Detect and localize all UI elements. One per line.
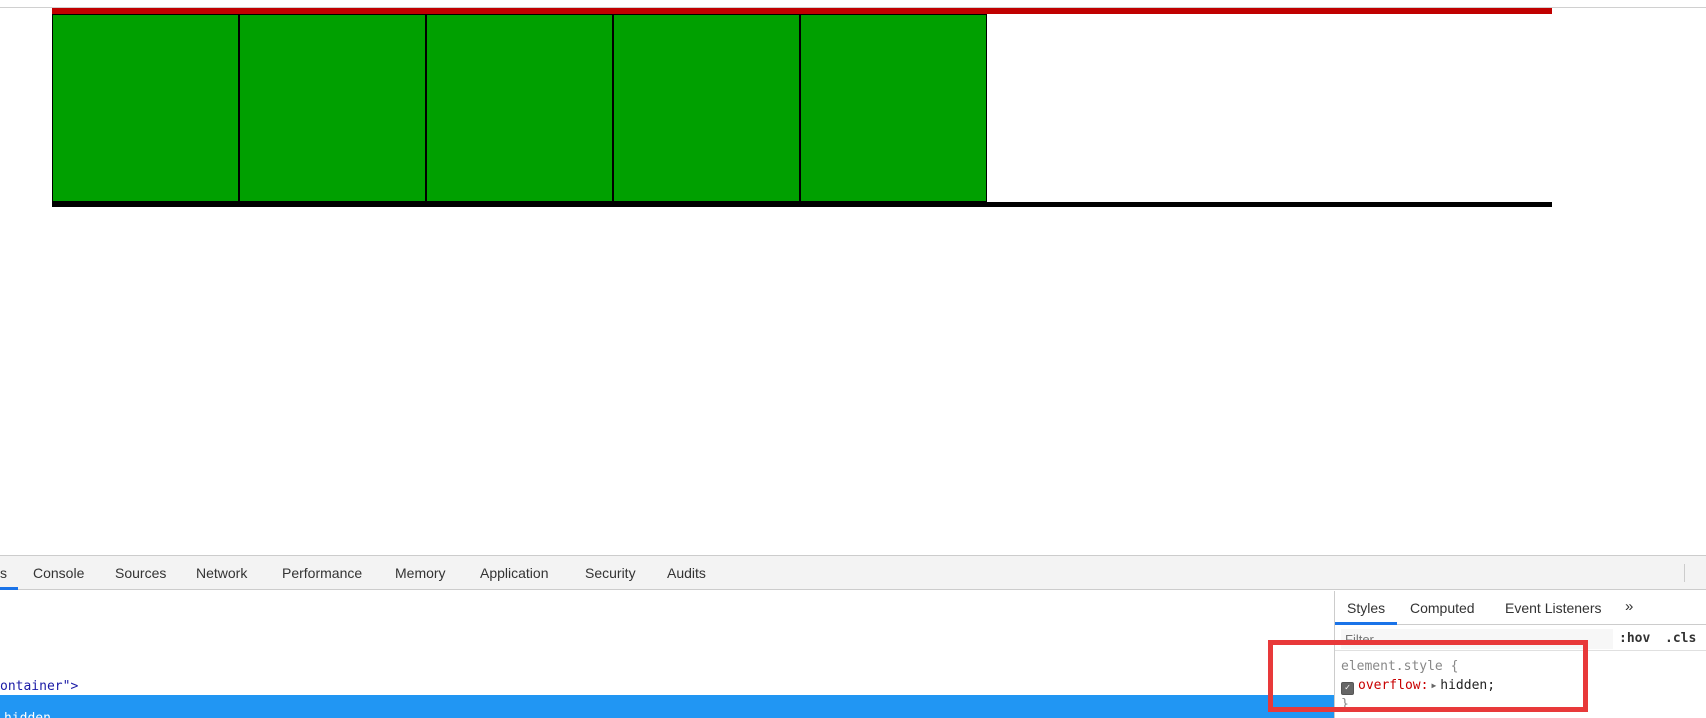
devtools-tabbar: s Console Sources Network Performance Me… [0,556,1706,590]
green-box-5 [800,14,987,202]
devtools-panel: s Console Sources Network Performance Me… [0,555,1706,718]
hov-toggle[interactable]: :hov [1619,631,1650,646]
subtab-styles[interactable]: Styles [1347,600,1385,616]
rule-declaration: ✓ overflow: ▶ hidden; [1341,676,1495,695]
page-viewport [0,0,1706,555]
tab-memory[interactable]: Memory [395,565,446,581]
rule-close-brace: } [1341,697,1349,712]
styles-pane: Styles Computed Event Listeners » :hov .… [1334,591,1706,718]
tab-application[interactable]: Application [480,565,549,581]
tab-console[interactable]: Console [33,565,84,581]
dom-node-line[interactable]: ontainer"> [0,679,78,694]
dom-selected-node[interactable]: hidden [0,695,1334,718]
element-style-rule: element.style { ✓ overflow: ▶ hidden; } [1341,657,1495,714]
green-box-2 [239,14,426,202]
rule-close: } [1341,695,1495,714]
green-box-4 [613,14,800,202]
green-box-3 [426,14,613,202]
cls-toggle[interactable]: .cls [1665,631,1696,646]
elements-tree: ontainer"> hidden [0,591,1334,718]
styles-filter-input[interactable] [1341,629,1613,649]
page: s Console Sources Network Performance Me… [0,0,1706,718]
double-chevron-right-icon[interactable]: » [1625,598,1633,615]
kebab-menu-icon[interactable]: ⋮ [1700,564,1706,581]
checkbox-checked-icon[interactable]: ✓ [1341,682,1354,695]
subtab-computed[interactable]: Computed [1410,600,1475,616]
tab-elements[interactable]: s [0,565,7,581]
overflow-container [52,8,1552,207]
styles-filter-row: :hov .cls [1335,625,1706,651]
dom-attr-value: ontainer"> [0,679,79,694]
rule-value[interactable]: hidden; [1440,678,1495,693]
rule-property[interactable]: overflow: [1358,678,1428,693]
tab-audits[interactable]: Audits [667,565,706,581]
active-tab-indicator [0,587,18,590]
expand-triangle-icon[interactable]: ▶ [1431,676,1436,695]
tab-sources[interactable]: Sources [115,565,166,581]
tab-security[interactable]: Security [585,565,636,581]
subtab-event-listeners[interactable]: Event Listeners [1505,600,1602,616]
rule-selector: element.style { [1341,657,1495,676]
green-box-1 [52,14,239,202]
dom-selected-text: hidden [4,711,51,718]
tab-network[interactable]: Network [196,565,247,581]
tabbar-divider [1684,564,1685,582]
rule-selector-text: element.style { [1341,659,1459,674]
styles-subtabs: Styles Computed Event Listeners » [1335,591,1706,625]
tab-performance[interactable]: Performance [282,565,362,581]
